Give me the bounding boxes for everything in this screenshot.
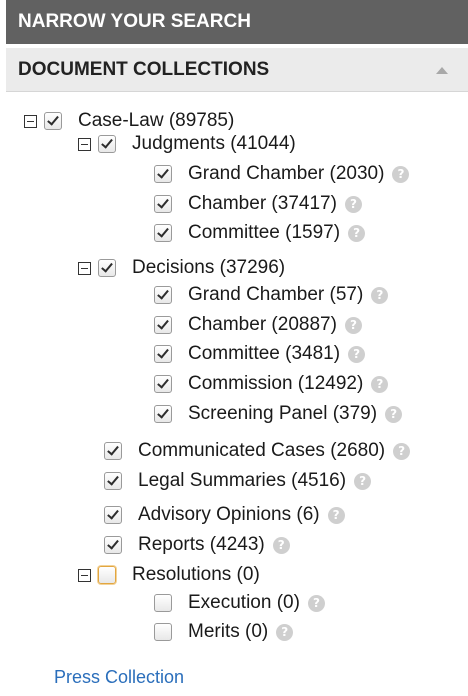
help-icon[interactable]: ? xyxy=(272,536,290,554)
node-label: Grand Chamber (57) xyxy=(188,284,364,305)
help-icon[interactable]: ? xyxy=(371,375,389,393)
checkbox-resolutions[interactable] xyxy=(98,566,116,584)
tree-node-decisions-grand-chamber: Grand Chamber (57) ? xyxy=(154,282,389,308)
tree-node-decisions: Decisions (37296) xyxy=(78,255,285,281)
checkbox-reports[interactable] xyxy=(104,536,122,554)
node-label: Decisions (37296) xyxy=(132,257,286,278)
help-icon[interactable]: ? xyxy=(385,405,403,423)
tree-node-legal-summaries: Legal Summaries (4516) ? xyxy=(104,468,372,494)
help-icon[interactable]: ? xyxy=(327,506,345,524)
node-label: Communicated Cases (2680) xyxy=(138,440,386,461)
help-icon[interactable]: ? xyxy=(348,345,366,363)
checkbox-resolutions-execution[interactable] xyxy=(154,594,172,612)
node-label: Merits (0) xyxy=(188,621,269,642)
checkbox-advisory-opinions[interactable] xyxy=(104,506,122,524)
tree-node-communicated-cases: Communicated Cases (2680) ? xyxy=(104,438,411,464)
checkbox-case-law[interactable] xyxy=(44,112,62,130)
node-label: Chamber (37417) xyxy=(188,193,337,214)
document-collections-header[interactable]: DOCUMENT COLLECTIONS xyxy=(6,48,468,92)
node-label: Judgments (41044) xyxy=(132,133,296,154)
help-icon[interactable]: ? xyxy=(392,165,410,183)
tree-node-judgments-grand-chamber: Grand Chamber (2030) ? xyxy=(154,161,410,187)
tree-node-resolutions: Resolutions (0) xyxy=(78,562,260,588)
help-icon[interactable]: ? xyxy=(307,594,325,612)
node-label: Chamber (20887) xyxy=(188,314,337,335)
node-label: Committee (1597) xyxy=(188,222,341,243)
tree-node-resolutions-merits: Merits (0) ? xyxy=(154,619,294,645)
checkbox-decisions[interactable] xyxy=(98,259,116,277)
node-label: Screening Panel (379) xyxy=(188,403,378,424)
checkbox-decisions-screening-panel[interactable] xyxy=(154,405,172,423)
node-label: Committee (3481) xyxy=(188,343,341,364)
tree-node-reports: Reports (4243) ? xyxy=(104,532,290,558)
tree-node-judgments: Judgments (41044) xyxy=(78,131,296,157)
checkbox-decisions-committee[interactable] xyxy=(154,345,172,363)
collapse-toggle-icon[interactable] xyxy=(24,114,37,128)
section-title: DOCUMENT COLLECTIONS xyxy=(18,59,270,80)
checkbox-communicated-cases[interactable] xyxy=(104,442,122,460)
node-label: Case-Law (89785) xyxy=(78,110,235,131)
help-icon[interactable]: ? xyxy=(276,623,294,641)
triangle-up-icon[interactable] xyxy=(436,67,448,74)
checkbox-judgments-grand-chamber[interactable] xyxy=(154,165,172,183)
collapse-toggle-icon[interactable] xyxy=(78,261,91,275)
help-icon[interactable]: ? xyxy=(348,224,366,242)
tree-node-decisions-chamber: Chamber (20887) ? xyxy=(154,312,362,338)
node-label: Reports (4243) xyxy=(138,534,265,555)
checkbox-decisions-grand-chamber[interactable] xyxy=(154,286,172,304)
node-label: Grand Chamber (2030) xyxy=(188,163,385,184)
checkbox-decisions-commission[interactable] xyxy=(154,375,172,393)
checkbox-judgments-committee[interactable] xyxy=(154,224,172,242)
help-icon[interactable]: ? xyxy=(344,195,362,213)
checkbox-decisions-chamber[interactable] xyxy=(154,316,172,334)
help-icon[interactable]: ? xyxy=(354,472,372,490)
tree-node-resolutions-execution: Execution (0) ? xyxy=(154,590,325,616)
collapse-toggle-icon[interactable] xyxy=(78,137,91,151)
tree-node-decisions-committee: Committee (3481) ? xyxy=(154,341,366,367)
node-label: Execution (0) xyxy=(188,592,300,613)
tree-node-advisory-opinions: Advisory Opinions (6) ? xyxy=(104,502,345,528)
help-icon[interactable]: ? xyxy=(344,316,362,334)
node-label: Resolutions (0) xyxy=(132,564,260,585)
tree-node-judgments-chamber: Chamber (37417) ? xyxy=(154,191,362,217)
node-label: Commission (12492) xyxy=(188,373,364,394)
checkbox-judgments[interactable] xyxy=(98,135,116,153)
tree-node-judgments-committee: Committee (1597) ? xyxy=(154,220,366,246)
node-label: Advisory Opinions (6) xyxy=(138,504,320,525)
node-label: Legal Summaries (4516) xyxy=(138,470,347,491)
press-collection-link[interactable]: Press Collection xyxy=(54,667,184,688)
checkbox-resolutions-merits[interactable] xyxy=(154,623,172,641)
narrow-search-panel: NARROW YOUR SEARCH DOCUMENT COLLECTIONS … xyxy=(6,0,468,696)
help-icon[interactable]: ? xyxy=(393,442,411,460)
tree-node-decisions-screening-panel: Screening Panel (379) ? xyxy=(154,401,403,427)
tree-node-decisions-commission: Commission (12492) ? xyxy=(154,371,389,397)
help-icon[interactable]: ? xyxy=(371,286,389,304)
collapse-toggle-icon[interactable] xyxy=(78,568,91,582)
panel-title: NARROW YOUR SEARCH xyxy=(6,0,468,44)
checkbox-legal-summaries[interactable] xyxy=(104,472,122,490)
checkbox-judgments-chamber[interactable] xyxy=(154,195,172,213)
